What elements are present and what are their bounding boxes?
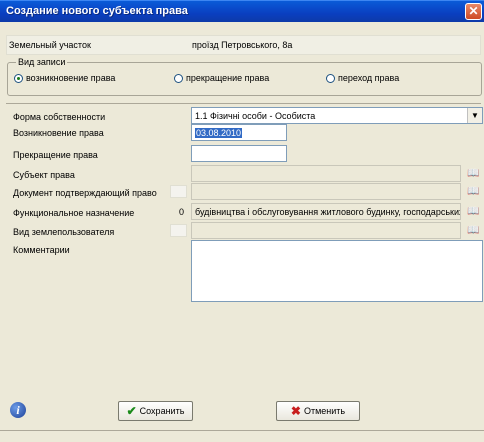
document-label: Документ подтверждающий право <box>13 188 157 198</box>
subject-input[interactable] <box>191 165 461 182</box>
user-type-label: Вид землепользователя <box>13 227 115 237</box>
book-icon[interactable]: 📖 <box>466 166 481 181</box>
record-type-legend: Вид записи <box>16 57 68 67</box>
book-icon[interactable]: 📖 <box>466 204 481 219</box>
land-plot-label: Земельный участок <box>9 40 91 50</box>
save-button[interactable]: ✔ Сохранить <box>118 401 193 421</box>
close-icon[interactable]: ✕ <box>465 3 482 20</box>
user-type-code-box <box>170 224 187 237</box>
record-type-group: Вид записи возникновение права прекращен… <box>7 57 482 96</box>
radio-right-end[interactable]: прекращение права <box>174 73 269 83</box>
subject-label: Субъект права <box>13 170 75 180</box>
purpose-code: 0 <box>179 207 185 217</box>
window-title: Создание нового субъекта права <box>6 5 188 17</box>
chevron-down-icon[interactable]: ▼ <box>467 108 482 123</box>
land-plot-row: Земельный участок проїзд Петровського, 8… <box>6 35 481 55</box>
radio-transfer[interactable]: переход права <box>326 73 399 83</box>
check-icon: ✔ <box>126 404 137 418</box>
land-plot-value: проїзд Петровського, 8а <box>192 40 293 50</box>
radio-icon <box>174 74 183 83</box>
document-code-box <box>170 185 187 198</box>
ownership-select[interactable]: 1.1 Фізичні особи - Особиста ▼ <box>191 107 483 124</box>
status-bar <box>0 430 484 442</box>
cross-icon: ✖ <box>290 404 301 418</box>
title-bar: Создание нового субъекта права ✕ <box>0 0 484 22</box>
book-icon[interactable]: 📖 <box>466 184 481 199</box>
radio-icon <box>326 74 335 83</box>
book-icon[interactable]: 📖 <box>466 223 481 238</box>
purpose-label: Функциональное назначение <box>13 208 135 218</box>
purpose-input[interactable]: будівництва і обслуговування житлового б… <box>191 203 461 220</box>
right-end-label: Прекращение права <box>13 150 98 160</box>
ownership-label: Форма собственности <box>13 112 106 122</box>
document-input[interactable] <box>191 183 461 200</box>
cancel-button[interactable]: ✖ Отменить <box>276 401 360 421</box>
right-end-date-input[interactable] <box>191 145 287 162</box>
user-type-input[interactable] <box>191 222 461 239</box>
info-icon[interactable]: i <box>10 402 26 418</box>
radio-selected-icon <box>14 74 23 83</box>
right-start-date-input[interactable]: 03.08.2010 <box>191 124 287 141</box>
divider <box>6 103 481 104</box>
right-start-label: Возникновение права <box>13 128 104 138</box>
radio-right-start[interactable]: возникновение права <box>14 73 115 83</box>
comments-label: Комментарии <box>13 245 70 255</box>
comments-textarea[interactable] <box>191 240 483 302</box>
